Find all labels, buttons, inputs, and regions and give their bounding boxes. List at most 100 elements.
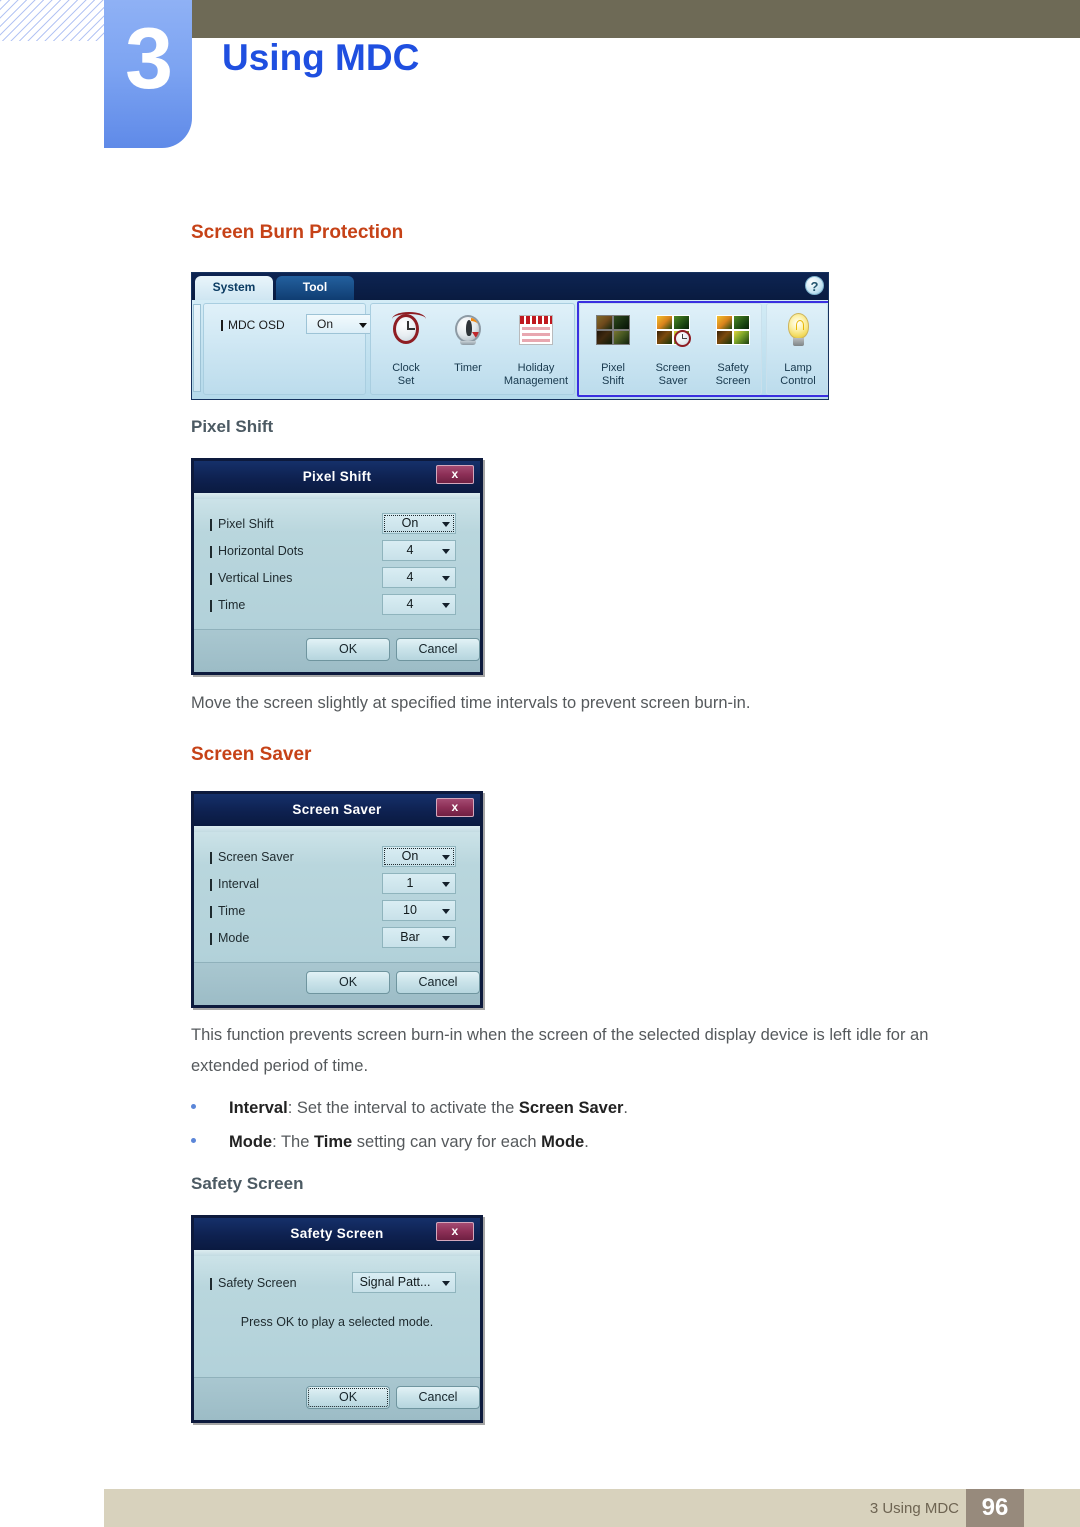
screen-saver-dialog-title: Screen Saver xyxy=(292,802,382,817)
header-olive-bar xyxy=(186,0,1080,38)
bullet-interval-before: : Set the interval to activate the xyxy=(287,1099,519,1117)
timer-icon xyxy=(437,310,499,358)
row-interval-dropdown[interactable]: 1 xyxy=(382,873,456,894)
heading-screen-saver: Screen Saver xyxy=(191,744,312,765)
safety-screen-settings-list: Safety Screen Signal Patt... xyxy=(194,1256,480,1299)
mdc-button-screen-saver-label: Screen Saver xyxy=(655,362,691,387)
mdc-ribbon-body: MDC OSD On Clock Set Timer Holiday Manag… xyxy=(192,300,828,399)
page-number: 96 xyxy=(966,1489,1024,1527)
alarm-clock-icon xyxy=(375,310,437,358)
row-mode-dropdown[interactable]: Bar xyxy=(382,927,456,948)
mdc-button-screen-saver[interactable]: Screen Saver xyxy=(642,310,704,387)
mdc-tab-tool[interactable]: Tool xyxy=(276,276,354,300)
chevron-down-icon xyxy=(442,1281,450,1286)
row-time: Time 10 xyxy=(194,900,480,927)
row-mode-value: Bar xyxy=(400,930,420,944)
help-icon[interactable]: ? xyxy=(805,276,824,295)
chevron-down-icon xyxy=(442,936,450,941)
screen-saver-dialog-footer: OK Cancel xyxy=(194,962,480,1005)
bullet-mode-term: Mode xyxy=(229,1133,273,1151)
safety-screen-dialog: Safety Screen x Safety Screen Signal Pat… xyxy=(191,1215,483,1423)
chapter-number-tab: 3 xyxy=(104,0,192,148)
mdc-osd-dropdown[interactable]: On xyxy=(306,314,374,334)
safety-screen-dialog-body: Safety Screen Signal Patt... Press OK to… xyxy=(194,1250,480,1420)
row-horizontal-dots-value: 4 xyxy=(406,543,414,557)
chevron-down-icon xyxy=(442,603,450,608)
row-safety-screen-dropdown[interactable]: Signal Patt... xyxy=(352,1272,456,1293)
screen-saver-dialog: Screen Saver x Screen Saver On Interval … xyxy=(191,791,483,1008)
pixel-shift-dialog: Pixel Shift x Pixel Shift On Horizontal … xyxy=(191,458,483,675)
row-time-dropdown[interactable]: 10 xyxy=(382,900,456,921)
mdc-button-clock-set-label: Clock Set xyxy=(392,362,420,387)
pixel-shift-description: Move the screen slightly at specified ti… xyxy=(191,694,751,712)
bullet-point-icon xyxy=(191,1104,196,1109)
row-screen-saver: Screen Saver On xyxy=(194,846,480,873)
row-time-value: 4 xyxy=(406,597,414,611)
mdc-button-holiday-management-label: Holiday Management xyxy=(503,362,569,387)
pixel-shift-cancel-button[interactable]: Cancel xyxy=(396,638,480,661)
mdc-group-osd: MDC OSD On xyxy=(203,303,374,395)
mdc-button-holiday-management[interactable]: Holiday Management xyxy=(499,310,573,387)
subheading-safety-screen: Safety Screen xyxy=(191,1174,304,1193)
row-pixel-shift-label: Pixel Shift xyxy=(210,517,274,531)
screen-saver-cancel-button[interactable]: Cancel xyxy=(396,971,480,994)
row-horizontal-dots: Horizontal Dots 4 xyxy=(194,540,480,567)
row-screen-saver-label: Screen Saver xyxy=(210,850,294,864)
bullet-point-icon xyxy=(191,1138,196,1143)
row-horizontal-dots-dropdown[interactable]: 4 xyxy=(382,540,456,561)
mdc-button-lamp-control[interactable]: Lamp Control xyxy=(767,310,828,387)
footer-label: 3 Using MDC xyxy=(869,1500,959,1517)
row-time-dropdown[interactable]: 4 xyxy=(382,594,456,615)
safety-screen-dialog-footer: OK Cancel xyxy=(194,1377,480,1420)
bullet-mode-before: : The xyxy=(272,1133,314,1151)
mdc-button-timer[interactable]: Timer xyxy=(437,310,499,374)
row-time-value: 10 xyxy=(403,903,417,917)
safety-screen-dialog-title: Safety Screen xyxy=(290,1226,384,1241)
mdc-osd-label: MDC OSD xyxy=(221,318,285,332)
mdc-button-safety-screen[interactable]: Safety Screen xyxy=(702,310,764,387)
row-time: Time 4 xyxy=(194,594,480,621)
decorative-hatch-pattern xyxy=(0,0,105,41)
row-pixel-shift-dropdown[interactable]: On xyxy=(382,513,456,534)
pixel-shift-ok-button[interactable]: OK xyxy=(306,638,390,661)
row-vertical-lines: Vertical Lines 4 xyxy=(194,567,480,594)
mdc-button-clock-set[interactable]: Clock Set xyxy=(375,310,437,387)
lamp-icon xyxy=(767,310,828,358)
row-vertical-lines-dropdown[interactable]: 4 xyxy=(382,567,456,588)
chevron-down-icon xyxy=(442,576,450,581)
pixel-shift-icon xyxy=(582,310,644,358)
row-screen-saver-dropdown[interactable]: On xyxy=(382,846,456,867)
chevron-down-icon xyxy=(442,882,450,887)
subheading-pixel-shift: Pixel Shift xyxy=(191,417,274,436)
bullet-mode-emphasis2: Mode xyxy=(541,1133,585,1151)
safety-screen-dialog-titlebar: Safety Screen x xyxy=(194,1218,480,1250)
safety-screen-ok-button[interactable]: OK xyxy=(306,1386,390,1409)
bullet-mode-middle: setting can vary for each xyxy=(352,1133,542,1151)
screen-saver-ok-button[interactable]: OK xyxy=(306,971,390,994)
mdc-tab-system[interactable]: System xyxy=(195,276,273,300)
screen-saver-dialog-titlebar: Screen Saver x xyxy=(194,794,480,826)
row-mode: Mode Bar xyxy=(194,927,480,954)
row-mode-label: Mode xyxy=(209,931,250,945)
close-icon[interactable]: x xyxy=(436,465,474,484)
chevron-down-icon xyxy=(359,323,367,328)
close-icon[interactable]: x xyxy=(436,798,474,817)
mdc-group-screen-burn: Pixel Shift Screen Saver Safety Screen xyxy=(579,303,762,395)
mdc-button-pixel-shift[interactable]: Pixel Shift xyxy=(582,310,644,387)
row-pixel-shift: Pixel Shift On xyxy=(194,513,480,540)
row-screen-saver-value: On xyxy=(401,849,419,863)
pixel-shift-settings-list: Pixel Shift On Horizontal Dots 4 Vertica… xyxy=(194,499,480,629)
row-interval-label: Interval xyxy=(210,877,259,891)
mdc-osd-value: On xyxy=(317,317,334,331)
safety-screen-icon xyxy=(702,310,764,358)
mdc-ribbon-edge-stub xyxy=(193,304,201,392)
close-icon[interactable]: x xyxy=(436,1222,474,1241)
row-safety-screen: Safety Screen Signal Patt... xyxy=(194,1272,480,1299)
safety-screen-cancel-button[interactable]: Cancel xyxy=(396,1386,480,1409)
screen-saver-description: This function prevents screen burn-in wh… xyxy=(191,1020,991,1082)
chevron-down-icon xyxy=(442,855,450,860)
row-horizontal-dots-label: Horizontal Dots xyxy=(209,544,304,558)
screen-saver-icon xyxy=(642,310,704,358)
pixel-shift-dialog-footer: OK Cancel xyxy=(194,629,480,672)
calendar-icon xyxy=(499,310,573,358)
